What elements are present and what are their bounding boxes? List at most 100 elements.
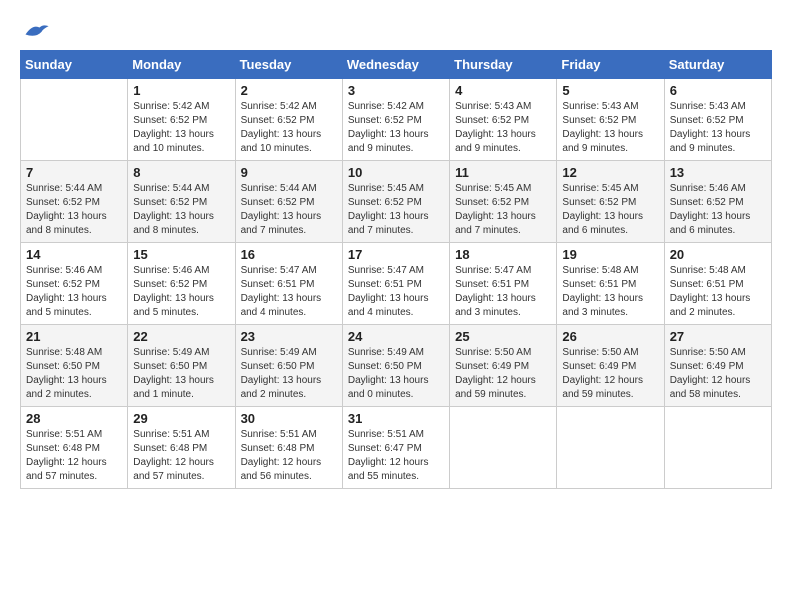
day-cell: 14 Sunrise: 5:46 AM Sunset: 6:52 PM Dayli…	[21, 243, 128, 325]
day-number: 20	[670, 247, 766, 262]
day-cell	[450, 407, 557, 489]
day-number: 23	[241, 329, 337, 344]
day-info: Sunrise: 5:48 AM Sunset: 6:51 PM Dayligh…	[670, 264, 766, 320]
day-info: Sunrise: 5:43 AM Sunset: 6:52 PM Dayligh…	[455, 100, 551, 156]
header-cell-sunday: Sunday	[21, 51, 128, 79]
day-info: Sunrise: 5:46 AM Sunset: 6:52 PM Dayligh…	[670, 182, 766, 238]
day-cell: 11 Sunrise: 5:45 AM Sunset: 6:52 PM Dayli…	[450, 161, 557, 243]
day-info: Sunrise: 5:44 AM Sunset: 6:52 PM Dayligh…	[241, 182, 337, 238]
day-cell: 25Sunrise: 5:50 AM Sunset: 6:49 PM Dayli…	[450, 325, 557, 407]
day-info: Sunrise: 5:43 AM Sunset: 6:52 PM Dayligh…	[562, 100, 658, 156]
day-cell	[557, 407, 664, 489]
day-info: Sunrise: 5:48 AM Sunset: 6:51 PM Dayligh…	[562, 264, 658, 320]
day-info: Sunrise: 5:46 AM Sunset: 6:52 PM Dayligh…	[26, 264, 122, 320]
day-cell: 3 Sunrise: 5:42 AM Sunset: 6:52 PM Daylig…	[342, 79, 449, 161]
day-number: 10	[348, 165, 444, 180]
day-number: 1	[133, 83, 229, 98]
day-info: Sunrise: 5:43 AM Sunset: 6:52 PM Dayligh…	[670, 100, 766, 156]
header-cell-thursday: Thursday	[450, 51, 557, 79]
day-info: Sunrise: 5:51 AM Sunset: 6:48 PM Dayligh…	[241, 428, 337, 484]
day-number: 18	[455, 247, 551, 262]
day-info: Sunrise: 5:49 AM Sunset: 6:50 PM Dayligh…	[348, 346, 444, 402]
week-row-5: 28Sunrise: 5:51 AM Sunset: 6:48 PM Dayli…	[21, 407, 772, 489]
day-info: Sunrise: 5:45 AM Sunset: 6:52 PM Dayligh…	[348, 182, 444, 238]
day-number: 9	[241, 165, 337, 180]
day-number: 11	[455, 165, 551, 180]
calendar-table: SundayMondayTuesdayWednesdayThursdayFrid…	[20, 50, 772, 489]
day-cell: 16Sunrise: 5:47 AM Sunset: 6:51 PM Dayli…	[235, 243, 342, 325]
day-info: Sunrise: 5:44 AM Sunset: 6:52 PM Dayligh…	[26, 182, 122, 238]
day-cell: 21Sunrise: 5:48 AM Sunset: 6:50 PM Dayli…	[21, 325, 128, 407]
day-cell: 27 Sunrise: 5:50 AM Sunset: 6:49 PM Dayli…	[664, 325, 771, 407]
day-info: Sunrise: 5:50 AM Sunset: 6:49 PM Dayligh…	[670, 346, 766, 402]
day-number: 31	[348, 411, 444, 426]
day-number: 17	[348, 247, 444, 262]
day-cell: 30Sunrise: 5:51 AM Sunset: 6:48 PM Dayli…	[235, 407, 342, 489]
calendar-body: 1 Sunrise: 5:42 AM Sunset: 6:52 PM Daylig…	[21, 79, 772, 489]
day-number: 21	[26, 329, 122, 344]
day-info: Sunrise: 5:42 AM Sunset: 6:52 PM Dayligh…	[133, 100, 229, 156]
header-cell-tuesday: Tuesday	[235, 51, 342, 79]
day-info: Sunrise: 5:47 AM Sunset: 6:51 PM Dayligh…	[455, 264, 551, 320]
day-number: 4	[455, 83, 551, 98]
day-number: 13	[670, 165, 766, 180]
day-number: 22	[133, 329, 229, 344]
day-info: Sunrise: 5:45 AM Sunset: 6:52 PM Dayligh…	[455, 182, 551, 238]
day-number: 26	[562, 329, 658, 344]
day-cell: 7 Sunrise: 5:44 AM Sunset: 6:52 PM Daylig…	[21, 161, 128, 243]
day-info: Sunrise: 5:51 AM Sunset: 6:48 PM Dayligh…	[26, 428, 122, 484]
day-number: 2	[241, 83, 337, 98]
day-cell: 5 Sunrise: 5:43 AM Sunset: 6:52 PM Daylig…	[557, 79, 664, 161]
day-cell: 15 Sunrise: 5:46 AM Sunset: 6:52 PM Dayli…	[128, 243, 235, 325]
day-info: Sunrise: 5:46 AM Sunset: 6:52 PM Dayligh…	[133, 264, 229, 320]
day-cell: 18 Sunrise: 5:47 AM Sunset: 6:51 PM Dayli…	[450, 243, 557, 325]
day-number: 6	[670, 83, 766, 98]
day-number: 3	[348, 83, 444, 98]
day-cell: 12 Sunrise: 5:45 AM Sunset: 6:52 PM Dayli…	[557, 161, 664, 243]
day-cell: 26Sunrise: 5:50 AM Sunset: 6:49 PM Dayli…	[557, 325, 664, 407]
header-cell-saturday: Saturday	[664, 51, 771, 79]
day-cell: 2 Sunrise: 5:42 AM Sunset: 6:52 PM Daylig…	[235, 79, 342, 161]
day-cell: 23 Sunrise: 5:49 AM Sunset: 6:50 PM Dayli…	[235, 325, 342, 407]
day-info: Sunrise: 5:49 AM Sunset: 6:50 PM Dayligh…	[241, 346, 337, 402]
day-number: 16	[241, 247, 337, 262]
header-cell-wednesday: Wednesday	[342, 51, 449, 79]
day-number: 15	[133, 247, 229, 262]
day-cell: 1 Sunrise: 5:42 AM Sunset: 6:52 PM Daylig…	[128, 79, 235, 161]
day-number: 7	[26, 165, 122, 180]
day-number: 5	[562, 83, 658, 98]
day-cell: 6 Sunrise: 5:43 AM Sunset: 6:52 PM Daylig…	[664, 79, 771, 161]
header-cell-friday: Friday	[557, 51, 664, 79]
day-number: 19	[562, 247, 658, 262]
calendar-header-row: SundayMondayTuesdayWednesdayThursdayFrid…	[21, 51, 772, 79]
day-cell: 29Sunrise: 5:51 AM Sunset: 6:48 PM Dayli…	[128, 407, 235, 489]
day-cell: 22 Sunrise: 5:49 AM Sunset: 6:50 PM Dayli…	[128, 325, 235, 407]
page-header	[20, 20, 772, 40]
day-info: Sunrise: 5:47 AM Sunset: 6:51 PM Dayligh…	[348, 264, 444, 320]
day-cell: 17 Sunrise: 5:47 AM Sunset: 6:51 PM Dayli…	[342, 243, 449, 325]
day-info: Sunrise: 5:45 AM Sunset: 6:52 PM Dayligh…	[562, 182, 658, 238]
logo	[20, 20, 50, 40]
day-cell: 28Sunrise: 5:51 AM Sunset: 6:48 PM Dayli…	[21, 407, 128, 489]
day-cell	[664, 407, 771, 489]
day-number: 8	[133, 165, 229, 180]
day-info: Sunrise: 5:42 AM Sunset: 6:52 PM Dayligh…	[348, 100, 444, 156]
day-cell: 4 Sunrise: 5:43 AM Sunset: 6:52 PM Daylig…	[450, 79, 557, 161]
day-info: Sunrise: 5:44 AM Sunset: 6:52 PM Dayligh…	[133, 182, 229, 238]
week-row-4: 21Sunrise: 5:48 AM Sunset: 6:50 PM Dayli…	[21, 325, 772, 407]
day-number: 27	[670, 329, 766, 344]
day-cell: 19 Sunrise: 5:48 AM Sunset: 6:51 PM Dayli…	[557, 243, 664, 325]
day-cell: 9 Sunrise: 5:44 AM Sunset: 6:52 PM Daylig…	[235, 161, 342, 243]
week-row-1: 1 Sunrise: 5:42 AM Sunset: 6:52 PM Daylig…	[21, 79, 772, 161]
day-info: Sunrise: 5:42 AM Sunset: 6:52 PM Dayligh…	[241, 100, 337, 156]
week-row-3: 14 Sunrise: 5:46 AM Sunset: 6:52 PM Dayli…	[21, 243, 772, 325]
day-number: 12	[562, 165, 658, 180]
day-info: Sunrise: 5:49 AM Sunset: 6:50 PM Dayligh…	[133, 346, 229, 402]
day-number: 29	[133, 411, 229, 426]
day-number: 14	[26, 247, 122, 262]
day-number: 25	[455, 329, 551, 344]
day-cell: 20 Sunrise: 5:48 AM Sunset: 6:51 PM Dayli…	[664, 243, 771, 325]
day-cell: 10 Sunrise: 5:45 AM Sunset: 6:52 PM Dayli…	[342, 161, 449, 243]
day-cell: 31Sunrise: 5:51 AM Sunset: 6:47 PM Dayli…	[342, 407, 449, 489]
header-cell-monday: Monday	[128, 51, 235, 79]
